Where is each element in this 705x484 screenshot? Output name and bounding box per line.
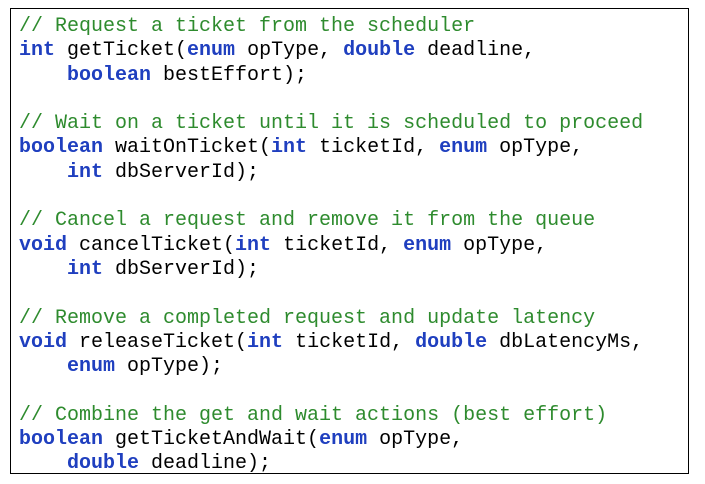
code-comment: // Request a ticket from the scheduler [19,15,476,38]
code-text: opType, [235,39,344,63]
code-line: void cancelTicket(int ticketId, enum opT… [19,234,643,258]
code-keyword: void [19,233,68,257]
code-text: deadline, [415,39,536,63]
code-text: dbServerId); [103,160,260,184]
code-comment: // Combine the get and wait actions (bes… [19,403,608,427]
code-text: opType, [451,233,548,257]
code-keyword: int [247,330,284,354]
code-line: double deadline); [19,452,643,476]
code-keyword: int [19,39,56,63]
code-keyword: int [67,257,104,281]
code-text: cancelTicket( [67,233,236,257]
code-line: int dbServerId); [19,161,643,185]
code-text: ticketId, [283,330,416,354]
code-comment: // Wait on a ticket until it is schedule… [19,112,644,136]
code-text: ticketId, [307,136,440,160]
code-text: dbServerId); [103,257,260,281]
code-text: ticketId, [271,233,404,257]
code-keyword: enum [319,428,368,452]
code-text: opType, [367,428,464,452]
code-keyword: boolean [19,136,104,160]
code-keyword: enum [403,233,452,257]
code-text: bestEffort); [151,63,308,87]
code-keyword: int [271,136,308,160]
code-text: opType, [487,136,584,160]
code-line: enum opType); [19,355,643,379]
code-keyword: void [19,330,68,354]
code-text: opType); [115,355,224,379]
code-keyword: double [67,452,140,476]
code-listing-box: // Request a ticket from the scheduler in… [10,8,689,477]
code-line: int getTicket(enum opType, double deadli… [19,39,643,63]
code-keyword: int [67,160,104,184]
code-line: boolean waitOnTicket(int ticketId, enum … [19,136,643,160]
code-keyword: double [343,39,416,63]
code-keyword: int [235,233,272,257]
code-text: getTicket( [55,39,188,63]
code-line: boolean bestEffort); [19,64,643,88]
code-text: getTicketAndWait( [103,428,320,452]
code-keyword: double [415,330,488,354]
code-keyword: boolean [19,428,104,452]
code-keyword: enum [187,39,236,63]
code-keyword: enum [439,136,488,160]
code-text: waitOnTicket( [103,136,272,160]
code-keyword: boolean [67,63,152,87]
code-line: void releaseTicket(int ticketId, double … [19,331,643,355]
code-text: dbLatencyMs, [487,330,644,354]
code-text: deadline); [139,452,272,476]
code-comment: // Remove a completed request and update… [19,306,596,330]
code-comment: // Cancel a request and remove it from t… [19,209,596,233]
code-keyword: enum [67,355,116,379]
code-line: int dbServerId); [19,258,643,282]
code-text: releaseTicket( [67,330,248,354]
code-listing: // Request a ticket from the scheduler in… [19,15,643,477]
code-line: boolean getTicketAndWait(enum opType, [19,428,643,452]
